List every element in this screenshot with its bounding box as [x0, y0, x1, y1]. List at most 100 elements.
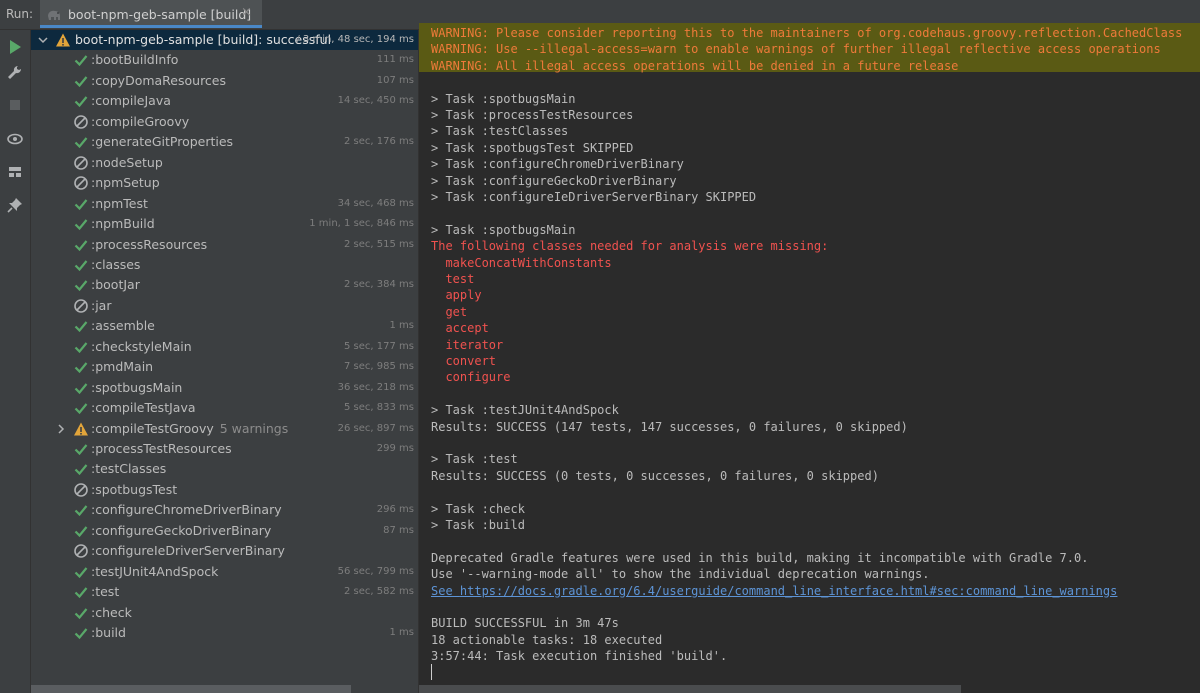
- build-task-tree[interactable]: boot-npm-geb-sample [build]: successful …: [31, 30, 418, 693]
- tree-task-row[interactable]: :checkstyleMain 5 sec, 177 ms: [31, 337, 418, 357]
- tree-root-build[interactable]: boot-npm-geb-sample [build]: successful …: [31, 30, 418, 50]
- console-line: get: [431, 304, 468, 319]
- layout-icon[interactable]: [6, 163, 24, 181]
- tree-task-row[interactable]: :configureChromeDriverBinary 296 ms: [31, 500, 418, 520]
- tree-task-row[interactable]: :npmTest 34 sec, 468 ms: [31, 194, 418, 214]
- task-name: :processResources: [91, 236, 208, 252]
- tree-task-row[interactable]: :testClasses: [31, 459, 418, 479]
- tree-task-row[interactable]: :compileJava 14 sec, 450 ms: [31, 91, 418, 111]
- tree-task-row[interactable]: :assemble 1 ms: [31, 316, 418, 336]
- check-icon: [73, 73, 89, 89]
- console-line: > Task :configureIeDriverServerBinary SK…: [431, 190, 757, 204]
- check-icon: [73, 441, 89, 457]
- check-icon: [73, 400, 89, 416]
- check-icon: [73, 134, 89, 150]
- tree-task-row[interactable]: :build 1 ms: [31, 623, 418, 643]
- run-toolbar: [0, 30, 31, 693]
- horizontal-scrollbar[interactable]: [31, 685, 351, 693]
- console-line: > Task :configureChromeDriverBinary: [431, 157, 684, 172]
- horizontal-scrollbar[interactable]: [419, 685, 961, 693]
- chevron-right-icon[interactable]: [55, 422, 67, 436]
- warning-icon: [55, 32, 71, 48]
- task-duration: 111 ms: [376, 54, 414, 66]
- tree-task-row[interactable]: :jar: [31, 296, 418, 316]
- skipped-icon: [73, 175, 89, 191]
- task-duration: 296 ms: [376, 504, 414, 516]
- check-icon: [73, 584, 89, 600]
- task-name: :pmdMain: [91, 359, 154, 375]
- task-duration: 26 sec, 897 ms: [337, 422, 414, 434]
- tree-task-row[interactable]: :bootBuildInfo 111 ms: [31, 50, 418, 70]
- check-icon: [73, 502, 89, 518]
- tree-task-row[interactable]: :testJUnit4AndSpock 56 sec, 799 ms: [31, 562, 418, 582]
- task-name: :configureGeckoDriverBinary: [91, 522, 272, 538]
- tree-task-row[interactable]: :npmSetup: [31, 173, 418, 193]
- task-duration: 1 ms: [389, 320, 415, 332]
- task-duration: 299 ms: [376, 443, 414, 454]
- task-duration: 2 sec, 582 ms: [344, 586, 414, 598]
- task-duration: 5 sec, 177 ms: [344, 340, 414, 352]
- tree-task-row[interactable]: :configureIeDriverServerBinary: [31, 541, 418, 561]
- task-name: :configureIeDriverServerBinary: [91, 543, 285, 559]
- task-name: :test: [91, 584, 120, 600]
- run-label: Run:: [6, 7, 34, 21]
- task-name: :compileTestGroovy: [91, 420, 214, 436]
- tree-task-row[interactable]: :configureGeckoDriverBinary 87 ms: [31, 521, 418, 541]
- check-icon: [73, 564, 89, 580]
- check-icon: [73, 380, 89, 396]
- tree-task-row[interactable]: :processTestResources 299 ms: [31, 439, 418, 459]
- task-name: :jar: [91, 297, 112, 313]
- tree-task-row[interactable]: :compileTestJava 5 sec, 833 ms: [31, 398, 418, 418]
- console-line: See https://docs.gradle.org/6.4/userguid…: [431, 583, 1117, 599]
- root-duration: / 3 min, 48 sec, 194 ms: [296, 34, 414, 45]
- tree-task-row[interactable]: :spotbugsTest: [31, 480, 418, 500]
- eye-icon[interactable]: [6, 130, 24, 148]
- task-name: :spotbugsMain: [91, 379, 183, 395]
- tree-task-row[interactable]: :compileGroovy: [31, 112, 418, 132]
- task-duration: 1 ms: [389, 627, 415, 639]
- task-duration: 87 ms: [383, 524, 414, 536]
- tree-task-row[interactable]: :npmBuild 1 min, 1 sec, 846 ms: [31, 214, 418, 234]
- tree-task-row[interactable]: :spotbugsMain 36 sec, 218 ms: [31, 378, 418, 398]
- task-name: :checkstyleMain: [91, 338, 192, 354]
- tree-task-row[interactable]: :classes: [31, 255, 418, 275]
- root-task-name: boot-npm-geb-sample [build]:: [75, 32, 263, 47]
- tree-task-row[interactable]: :processResources 2 sec, 515 ms: [31, 235, 418, 255]
- task-name: :testJUnit4AndSpock: [91, 563, 219, 579]
- check-icon: [73, 605, 89, 621]
- docs-link[interactable]: https://docs.gradle.org/6.4/userguide/co…: [460, 584, 1117, 598]
- check-icon: [73, 237, 89, 253]
- chevron-down-icon[interactable]: [37, 33, 49, 47]
- task-duration: 2 sec, 384 ms: [344, 279, 414, 291]
- tree-task-row[interactable]: :copyDomaResources 107 ms: [31, 71, 418, 91]
- tree-task-row[interactable]: :bootJar 2 sec, 384 ms: [31, 275, 418, 295]
- pin-icon[interactable]: [6, 196, 24, 214]
- tree-task-row[interactable]: :pmdMain 7 sec, 985 ms: [31, 357, 418, 377]
- skipped-icon: [73, 298, 89, 314]
- tree-task-row[interactable]: :compileTestGroovy 5 warnings 26 sec, 897 …: [31, 419, 418, 439]
- tab-build-run[interactable]: boot-npm-geb-sample [build] ×: [40, 0, 262, 28]
- warning-icon: [73, 421, 89, 437]
- wrench-icon[interactable]: [6, 64, 24, 82]
- tree-task-row[interactable]: :nodeSetup: [31, 153, 418, 173]
- console-line: Use '--warning-mode all' to show the ind…: [431, 567, 930, 582]
- task-name: :processTestResources: [91, 441, 232, 456]
- skipped-icon: [73, 114, 89, 130]
- task-duration: 1 min, 1 sec, 846 ms: [309, 218, 414, 230]
- close-tab-icon[interactable]: ×: [241, 5, 252, 20]
- console-line: BUILD SUCCESSFUL in 3m 47s: [431, 616, 619, 631]
- rerun-icon[interactable]: [6, 38, 24, 56]
- console-line: > Task :check: [431, 501, 525, 516]
- check-icon: [73, 216, 89, 232]
- tree-task-row[interactable]: :test 2 sec, 582 ms: [31, 582, 418, 602]
- stop-icon[interactable]: [6, 96, 24, 114]
- task-name: :bootJar: [91, 277, 140, 293]
- task-name: :generateGitProperties: [91, 134, 234, 150]
- tree-task-row[interactable]: :generateGitProperties 2 sec, 176 ms: [31, 132, 418, 152]
- console-output[interactable]: WARNING: Please consider reporting this …: [418, 23, 1200, 693]
- task-duration: 2 sec, 176 ms: [344, 136, 414, 148]
- tree-task-row[interactable]: :check: [31, 603, 418, 623]
- skipped-icon: [73, 155, 89, 171]
- task-name: :compileTestJava: [91, 400, 196, 416]
- task-name: :bootBuildInfo: [91, 52, 179, 68]
